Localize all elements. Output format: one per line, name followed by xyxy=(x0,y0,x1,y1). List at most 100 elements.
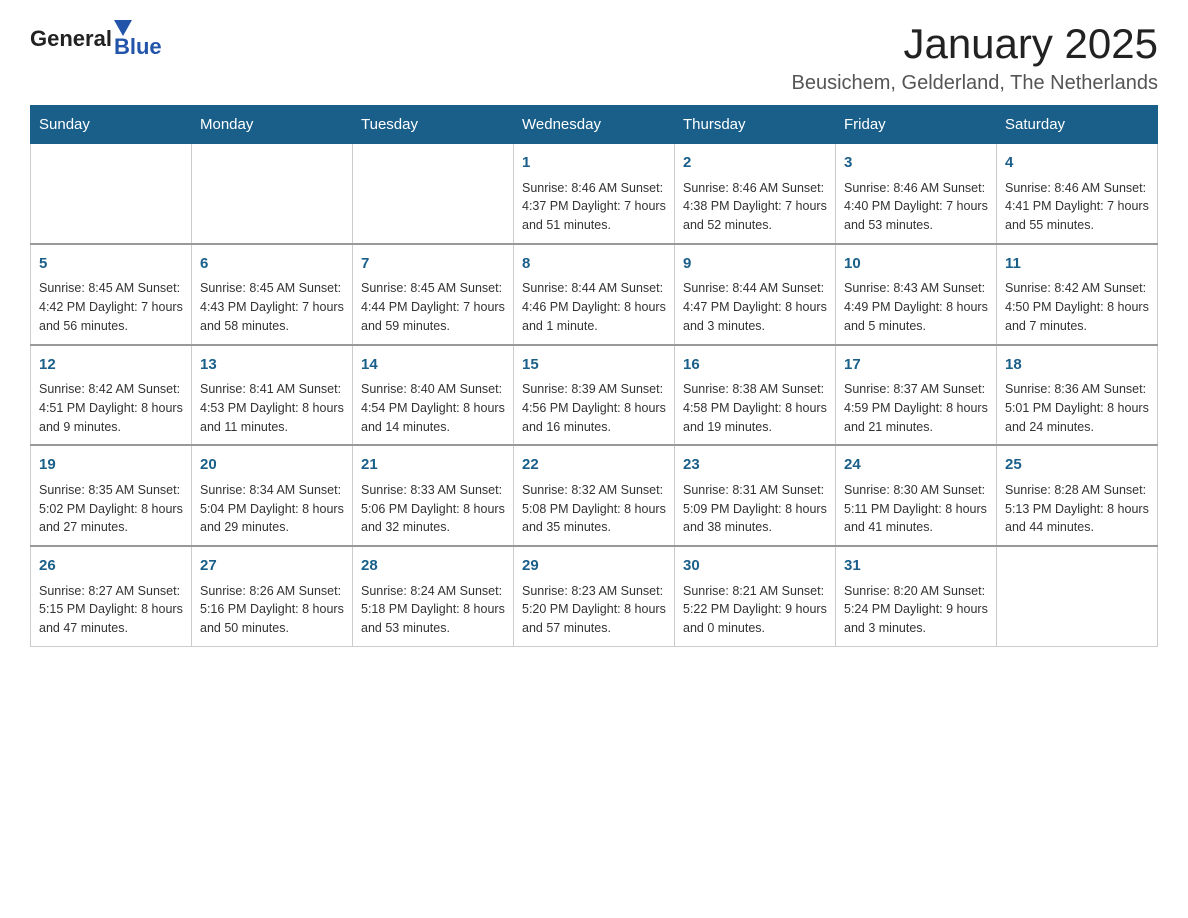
day-number: 8 xyxy=(522,253,666,276)
calendar-day-cell: 13 Sunrise: 8:41 AM Sunset: 4:53 PM Dayli… xyxy=(192,345,353,446)
calendar-day-cell: 6Sunrise: 8:45 AM Sunset: 4:43 PM Daylig… xyxy=(192,244,353,345)
day-info: Sunrise: 8:46 AM Sunset: 4:41 PM Dayligh… xyxy=(1005,179,1149,235)
day-info: Sunrise: 8:46 AM Sunset: 4:37 PM Dayligh… xyxy=(522,179,666,235)
calendar-day-cell: 21 Sunrise: 8:33 AM Sunset: 5:06 PM Dayli… xyxy=(353,445,514,546)
calendar-day-cell: 25 Sunrise: 8:28 AM Sunset: 5:13 PM Dayli… xyxy=(997,445,1158,546)
day-info: Sunrise: 8:44 AM Sunset: 4:46 PM Dayligh… xyxy=(522,279,666,335)
day-info: Sunrise: 8:39 AM Sunset: 4:56 PM Dayligh… xyxy=(522,380,666,436)
day-info: Sunrise: 8:45 AM Sunset: 4:44 PM Dayligh… xyxy=(361,279,505,335)
logo-general-text: General xyxy=(30,26,112,52)
calendar-day-cell: 15 Sunrise: 8:39 AM Sunset: 4:56 PM Dayli… xyxy=(514,345,675,446)
day-number: 14 xyxy=(361,354,505,377)
day-number: 27 xyxy=(200,555,344,578)
day-info: Sunrise: 8:34 AM Sunset: 5:04 PM Dayligh… xyxy=(200,481,344,537)
day-info: Sunrise: 8:40 AM Sunset: 4:54 PM Dayligh… xyxy=(361,380,505,436)
day-info: Sunrise: 8:23 AM Sunset: 5:20 PM Dayligh… xyxy=(522,582,666,638)
calendar-day-cell: 17 Sunrise: 8:37 AM Sunset: 4:59 PM Dayli… xyxy=(836,345,997,446)
calendar-day-cell xyxy=(192,144,353,244)
day-number: 1 xyxy=(522,152,666,175)
day-of-week-header: Saturday xyxy=(997,106,1158,144)
day-number: 5 xyxy=(39,253,183,276)
day-info: Sunrise: 8:37 AM Sunset: 4:59 PM Dayligh… xyxy=(844,380,988,436)
day-info: Sunrise: 8:42 AM Sunset: 4:50 PM Dayligh… xyxy=(1005,279,1149,335)
day-info: Sunrise: 8:44 AM Sunset: 4:47 PM Dayligh… xyxy=(683,279,827,335)
day-of-week-header: Monday xyxy=(192,106,353,144)
day-info: Sunrise: 8:41 AM Sunset: 4:53 PM Dayligh… xyxy=(200,380,344,436)
month-title: January 2025 xyxy=(791,20,1158,68)
calendar-day-cell: 30Sunrise: 8:21 AM Sunset: 5:22 PM Dayli… xyxy=(675,546,836,646)
calendar-week-row: 26 Sunrise: 8:27 AM Sunset: 5:15 PM Dayli… xyxy=(31,546,1158,646)
calendar-day-cell: 11 Sunrise: 8:42 AM Sunset: 4:50 PM Dayli… xyxy=(997,244,1158,345)
calendar-day-cell: 31 Sunrise: 8:20 AM Sunset: 5:24 PM Dayli… xyxy=(836,546,997,646)
day-info: Sunrise: 8:33 AM Sunset: 5:06 PM Dayligh… xyxy=(361,481,505,537)
calendar-week-row: 12Sunrise: 8:42 AM Sunset: 4:51 PM Dayli… xyxy=(31,345,1158,446)
day-number: 31 xyxy=(844,555,988,578)
calendar-header-row: SundayMondayTuesdayWednesdayThursdayFrid… xyxy=(31,106,1158,144)
calendar-day-cell: 9 Sunrise: 8:44 AM Sunset: 4:47 PM Daylig… xyxy=(675,244,836,345)
day-info: Sunrise: 8:31 AM Sunset: 5:09 PM Dayligh… xyxy=(683,481,827,537)
day-number: 7 xyxy=(361,253,505,276)
calendar-week-row: 1 Sunrise: 8:46 AM Sunset: 4:37 PM Daylig… xyxy=(31,144,1158,244)
day-number: 9 xyxy=(683,253,827,276)
calendar-day-cell: 16 Sunrise: 8:38 AM Sunset: 4:58 PM Dayli… xyxy=(675,345,836,446)
calendar-table: SundayMondayTuesdayWednesdayThursdayFrid… xyxy=(30,105,1158,647)
day-number: 16 xyxy=(683,354,827,377)
calendar-day-cell: 18 Sunrise: 8:36 AM Sunset: 5:01 PM Dayli… xyxy=(997,345,1158,446)
day-of-week-header: Thursday xyxy=(675,106,836,144)
day-info: Sunrise: 8:32 AM Sunset: 5:08 PM Dayligh… xyxy=(522,481,666,537)
day-number: 29 xyxy=(522,555,666,578)
calendar-day-cell: 14 Sunrise: 8:40 AM Sunset: 4:54 PM Dayli… xyxy=(353,345,514,446)
day-number: 3 xyxy=(844,152,988,175)
day-number: 10 xyxy=(844,253,988,276)
day-info: Sunrise: 8:45 AM Sunset: 4:42 PM Dayligh… xyxy=(39,279,183,335)
day-number: 24 xyxy=(844,454,988,477)
day-number: 12 xyxy=(39,354,183,377)
day-number: 17 xyxy=(844,354,988,377)
calendar-day-cell: 24 Sunrise: 8:30 AM Sunset: 5:11 PM Dayli… xyxy=(836,445,997,546)
calendar-day-cell: 2 Sunrise: 8:46 AM Sunset: 4:38 PM Daylig… xyxy=(675,144,836,244)
day-of-week-header: Friday xyxy=(836,106,997,144)
day-info: Sunrise: 8:28 AM Sunset: 5:13 PM Dayligh… xyxy=(1005,481,1149,537)
day-info: Sunrise: 8:30 AM Sunset: 5:11 PM Dayligh… xyxy=(844,481,988,537)
day-info: Sunrise: 8:20 AM Sunset: 5:24 PM Dayligh… xyxy=(844,582,988,638)
calendar-week-row: 5 Sunrise: 8:45 AM Sunset: 4:42 PM Daylig… xyxy=(31,244,1158,345)
day-number: 21 xyxy=(361,454,505,477)
day-info: Sunrise: 8:36 AM Sunset: 5:01 PM Dayligh… xyxy=(1005,380,1149,436)
day-of-week-header: Tuesday xyxy=(353,106,514,144)
calendar-day-cell: 1 Sunrise: 8:46 AM Sunset: 4:37 PM Daylig… xyxy=(514,144,675,244)
logo-blue-text: Blue xyxy=(114,36,162,58)
calendar-day-cell: 23Sunrise: 8:31 AM Sunset: 5:09 PM Dayli… xyxy=(675,445,836,546)
day-info: Sunrise: 8:26 AM Sunset: 5:16 PM Dayligh… xyxy=(200,582,344,638)
day-info: Sunrise: 8:46 AM Sunset: 4:38 PM Dayligh… xyxy=(683,179,827,235)
location-subtitle: Beusichem, Gelderland, The Netherlands xyxy=(791,72,1158,95)
calendar-day-cell: 20Sunrise: 8:34 AM Sunset: 5:04 PM Dayli… xyxy=(192,445,353,546)
day-number: 15 xyxy=(522,354,666,377)
day-number: 2 xyxy=(683,152,827,175)
day-number: 26 xyxy=(39,555,183,578)
day-info: Sunrise: 8:38 AM Sunset: 4:58 PM Dayligh… xyxy=(683,380,827,436)
calendar-day-cell: 12Sunrise: 8:42 AM Sunset: 4:51 PM Dayli… xyxy=(31,345,192,446)
day-number: 30 xyxy=(683,555,827,578)
day-number: 18 xyxy=(1005,354,1149,377)
day-number: 4 xyxy=(1005,152,1149,175)
calendar-day-cell xyxy=(31,144,192,244)
calendar-day-cell: 4 Sunrise: 8:46 AM Sunset: 4:41 PM Daylig… xyxy=(997,144,1158,244)
calendar-day-cell xyxy=(353,144,514,244)
day-info: Sunrise: 8:43 AM Sunset: 4:49 PM Dayligh… xyxy=(844,279,988,335)
calendar-day-cell: 19Sunrise: 8:35 AM Sunset: 5:02 PM Dayli… xyxy=(31,445,192,546)
day-number: 22 xyxy=(522,454,666,477)
title-section: January 2025 Beusichem, Gelderland, The … xyxy=(791,20,1158,95)
calendar-day-cell: 10 Sunrise: 8:43 AM Sunset: 4:49 PM Dayli… xyxy=(836,244,997,345)
calendar-day-cell: 29 Sunrise: 8:23 AM Sunset: 5:20 PM Dayli… xyxy=(514,546,675,646)
calendar-day-cell: 5 Sunrise: 8:45 AM Sunset: 4:42 PM Daylig… xyxy=(31,244,192,345)
calendar-day-cell: 27 Sunrise: 8:26 AM Sunset: 5:16 PM Dayli… xyxy=(192,546,353,646)
day-number: 13 xyxy=(200,354,344,377)
day-info: Sunrise: 8:35 AM Sunset: 5:02 PM Dayligh… xyxy=(39,481,183,537)
logo: General Blue xyxy=(30,20,162,58)
day-number: 25 xyxy=(1005,454,1149,477)
calendar-day-cell: 7 Sunrise: 8:45 AM Sunset: 4:44 PM Daylig… xyxy=(353,244,514,345)
calendar-week-row: 19Sunrise: 8:35 AM Sunset: 5:02 PM Dayli… xyxy=(31,445,1158,546)
day-info: Sunrise: 8:27 AM Sunset: 5:15 PM Dayligh… xyxy=(39,582,183,638)
calendar-day-cell: 8 Sunrise: 8:44 AM Sunset: 4:46 PM Daylig… xyxy=(514,244,675,345)
day-number: 11 xyxy=(1005,253,1149,276)
